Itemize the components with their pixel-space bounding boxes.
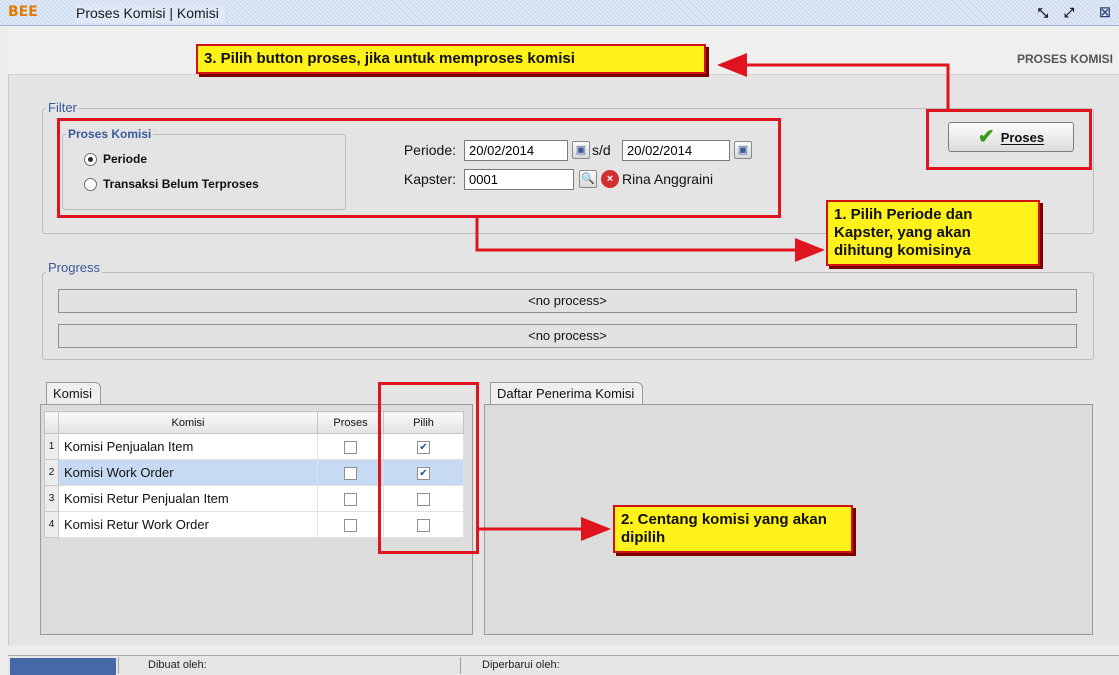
highlight-periode-kapster [57, 118, 781, 218]
annotation-step-1: 1. Pilih Periode dan Kapster, yang akan … [826, 200, 1040, 266]
close-icon[interactable]: ☒ [1095, 3, 1115, 23]
title-bar: BEE Proses Komisi | Komisi ⤡ ⤢ ☒ [0, 0, 1119, 26]
app-logo: BEE [8, 4, 38, 20]
komisi-name-cell[interactable]: Komisi Retur Work Order [58, 511, 318, 538]
filter-legend: Filter [46, 100, 79, 115]
status-separator [118, 657, 119, 674]
updated-by-label: Diperbarui oleh: [482, 659, 560, 671]
highlight-pilih-column [378, 382, 479, 554]
window-title: Proses Komisi | Komisi [76, 5, 225, 23]
proses-cell [317, 459, 384, 486]
row-number: 2 [44, 459, 59, 486]
proses-checkbox[interactable] [344, 519, 357, 533]
komisi-name-cell[interactable]: Komisi Work Order [58, 459, 318, 486]
row-number: 4 [44, 511, 59, 538]
column-header-komisi[interactable]: Komisi [58, 411, 318, 434]
proses-cell [317, 511, 384, 538]
proses-checkbox[interactable] [344, 493, 357, 507]
annotation-step-2: 2. Centang komisi yang akan dipilih [613, 505, 853, 553]
tab-daftar-penerima-komisi[interactable]: Daftar Penerima Komisi [490, 382, 644, 404]
progress-bar-2: <no process> [58, 324, 1077, 348]
maximize-icon[interactable]: ⤢ [1059, 3, 1079, 23]
tab-komisi[interactable]: Komisi [46, 382, 102, 404]
status-separator [460, 657, 461, 674]
created-by-label: Dibuat oleh: [148, 659, 207, 671]
komisi-name-cell[interactable]: Komisi Retur Penjualan Item [58, 485, 318, 512]
status-bar: Dibuat oleh: Diperbarui oleh: [8, 655, 1119, 675]
row-number: 1 [44, 433, 59, 460]
column-header-proses[interactable]: Proses [317, 411, 384, 434]
row-number-header [44, 411, 59, 434]
annotation-step-3: 3. Pilih button proses, jika untuk mempr… [196, 44, 706, 74]
status-indicator [10, 658, 116, 675]
progress-bar-1: <no process> [58, 289, 1077, 313]
progress-legend: Progress [46, 260, 103, 275]
proses-checkbox[interactable] [344, 467, 357, 481]
page-title: PROSES KOMISI [1016, 52, 1113, 66]
restore-icon[interactable]: ⤡ [1033, 3, 1053, 23]
highlight-proses-button [926, 109, 1092, 170]
proses-checkbox[interactable] [344, 441, 357, 455]
proses-cell [317, 433, 384, 460]
proses-cell [317, 485, 384, 512]
row-number: 3 [44, 485, 59, 512]
komisi-name-cell[interactable]: Komisi Penjualan Item [58, 433, 318, 460]
